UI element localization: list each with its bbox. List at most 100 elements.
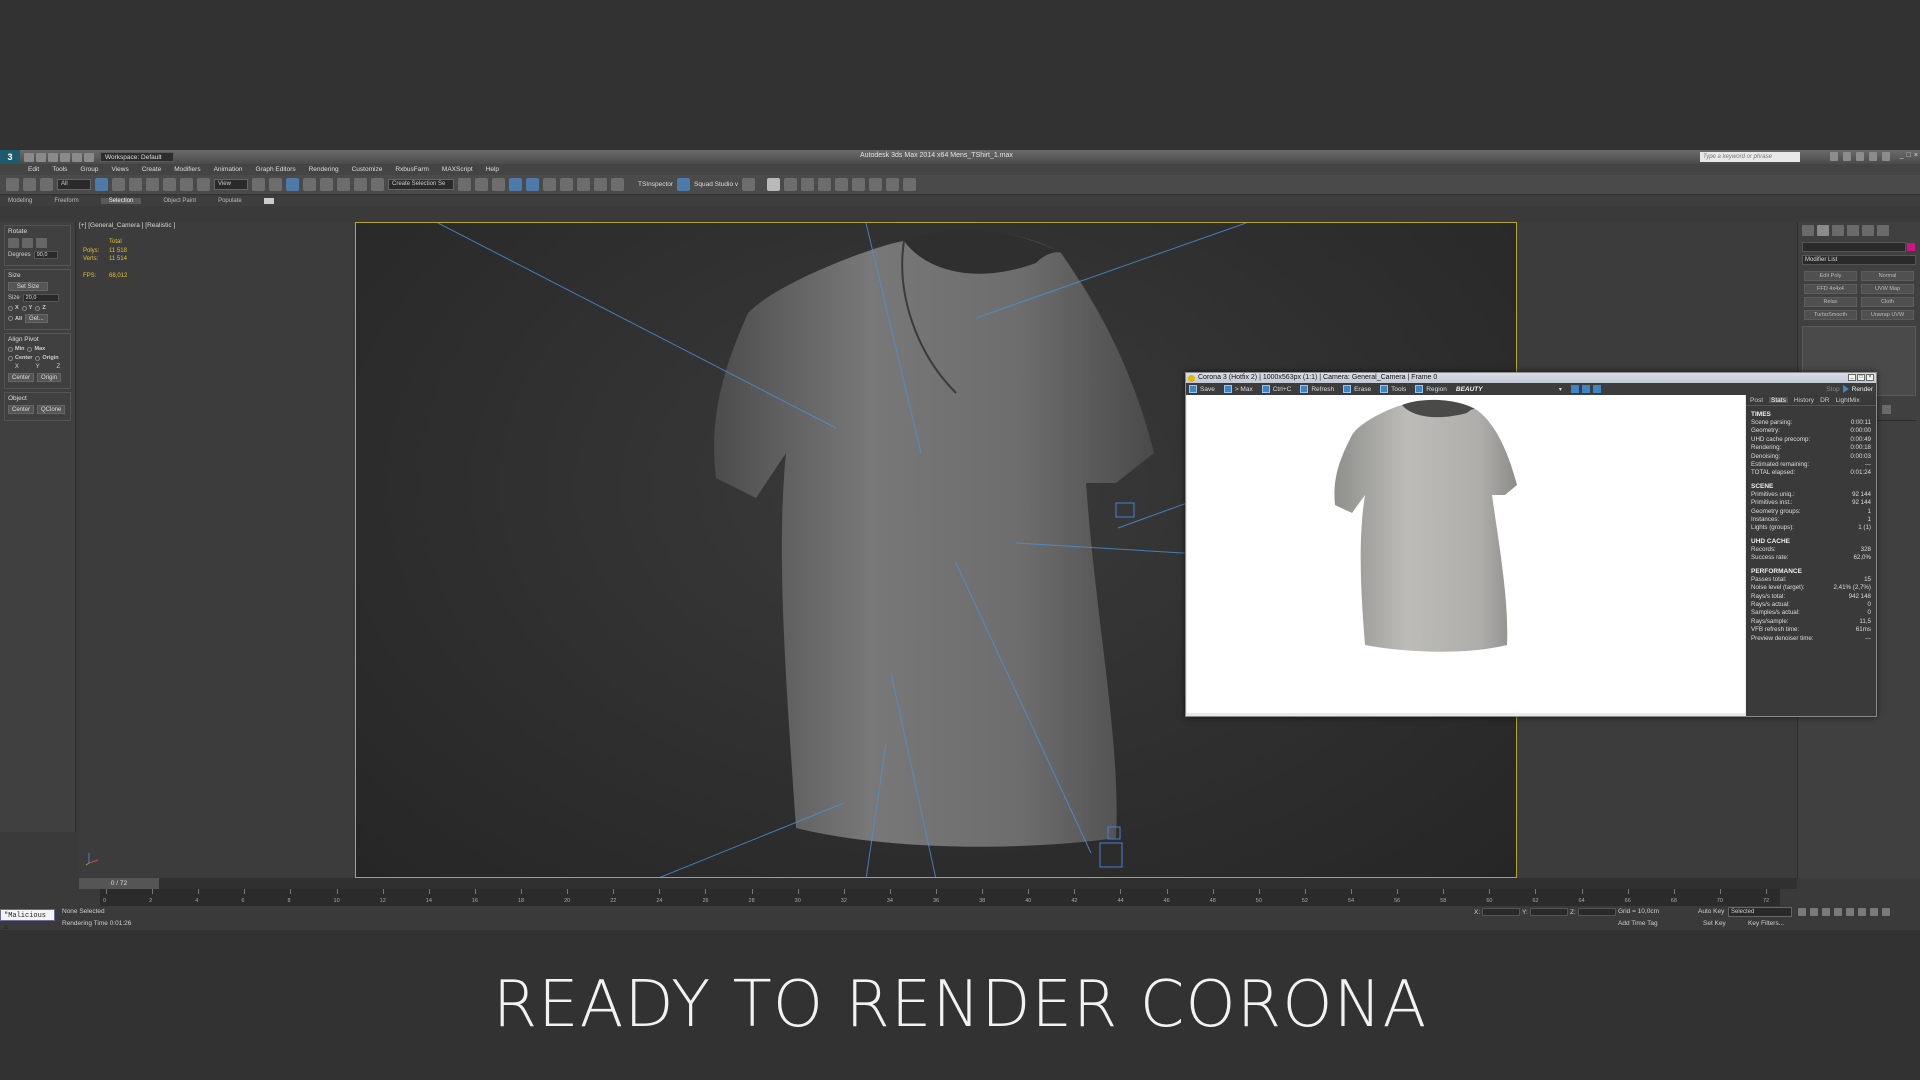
keyboard-shortcut-override-icon[interactable] bbox=[286, 178, 299, 191]
close-icon[interactable]: × bbox=[1914, 152, 1918, 159]
tab-object-paint[interactable]: Object Paint bbox=[163, 198, 196, 204]
vfb-tab-post[interactable]: Post bbox=[1750, 397, 1763, 404]
asset-icon[interactable] bbox=[869, 178, 883, 191]
cart-icon[interactable] bbox=[903, 178, 917, 191]
app-logo-button[interactable]: 3 bbox=[0, 150, 20, 164]
bucket-icon[interactable] bbox=[886, 178, 900, 191]
corona-converter-icon[interactable] bbox=[801, 178, 815, 191]
set-key-button[interactable]: Set Key bbox=[1703, 920, 1726, 927]
new-file-icon[interactable] bbox=[24, 152, 34, 162]
corona-material-icon[interactable] bbox=[818, 178, 832, 191]
vfb-minimize-icon[interactable]: _ bbox=[1848, 374, 1856, 381]
select-manipulate-icon[interactable] bbox=[269, 178, 282, 191]
vfb-refresh-button[interactable]: Refresh bbox=[1311, 386, 1334, 393]
named-selection-set-dropdown[interactable]: Create Selection Se bbox=[388, 179, 454, 190]
tab-selection[interactable]: Selection bbox=[100, 198, 142, 204]
pivot-min-radio[interactable]: Min bbox=[8, 346, 24, 352]
viewport-label[interactable]: [+] [General_Camera ] [Realistic ] bbox=[79, 222, 175, 229]
project-folder-icon[interactable] bbox=[84, 152, 94, 162]
workspace-dropdown[interactable]: Workspace: Default bbox=[100, 152, 174, 162]
key-mode-dropdown[interactable]: Selected bbox=[1728, 907, 1792, 917]
menu-maxscript[interactable]: MAXScript bbox=[442, 166, 473, 173]
tab-freeform[interactable]: Freeform bbox=[54, 198, 78, 204]
maxscript-listener-input[interactable]: "Malicious s bbox=[0, 909, 55, 930]
select-by-name-icon[interactable] bbox=[112, 178, 125, 191]
y-input[interactable] bbox=[1529, 908, 1568, 916]
angle-snap-icon[interactable] bbox=[320, 178, 333, 191]
tsinspector-button[interactable]: TSInspector bbox=[638, 181, 673, 188]
teapot-icon[interactable] bbox=[742, 178, 756, 191]
pivot-x-toggle[interactable]: X bbox=[15, 364, 19, 370]
time-slider[interactable]: 0 / 72 bbox=[79, 878, 1797, 889]
reference-coordinate-dropdown[interactable]: View bbox=[214, 179, 248, 190]
qclone-button[interactable]: QClone bbox=[37, 405, 66, 414]
goto-end-icon[interactable] bbox=[1846, 908, 1854, 916]
corona-vfb-window[interactable]: Corona 3 (Hotfix 2) | 1000x563px (1:1) |… bbox=[1185, 372, 1877, 717]
goto-start-icon[interactable] bbox=[1798, 908, 1806, 916]
render-production-icon[interactable] bbox=[611, 178, 624, 191]
uvw-map-button[interactable]: UVW Map bbox=[1861, 284, 1914, 294]
size-x-radio[interactable]: X bbox=[8, 305, 19, 311]
track-bar[interactable]: 0 2 4 6 8 10 12 14 16 18 20 22 24 26 28 30 32 34 36 38 40 42 4… bbox=[100, 889, 1780, 906]
menu-help[interactable]: Help bbox=[486, 166, 499, 173]
menu-views[interactable]: Views bbox=[111, 166, 128, 173]
subscription-icon[interactable] bbox=[1843, 152, 1851, 161]
link-icon[interactable] bbox=[6, 178, 19, 191]
utilities-tab-icon[interactable] bbox=[1877, 225, 1889, 236]
rotate-cw-icon[interactable] bbox=[36, 238, 47, 248]
copy-icon[interactable] bbox=[1261, 385, 1270, 393]
zoom-in-icon[interactable] bbox=[1570, 385, 1579, 393]
menu-edit[interactable]: Edit bbox=[28, 166, 39, 173]
z-input[interactable] bbox=[1577, 908, 1616, 916]
plugin-icon[interactable] bbox=[677, 178, 691, 191]
tools-icon[interactable] bbox=[1380, 385, 1389, 393]
zoom-out-icon[interactable] bbox=[1581, 385, 1590, 393]
pivot-y-toggle[interactable]: Y bbox=[36, 364, 40, 370]
vfb-maximize-icon[interactable]: □ bbox=[1857, 374, 1865, 381]
curve-editor-icon[interactable] bbox=[526, 178, 539, 191]
light-lister-icon[interactable] bbox=[784, 178, 798, 191]
pivot-center-button[interactable]: Center bbox=[8, 373, 35, 382]
rendered-image[interactable] bbox=[1187, 395, 1745, 713]
modifier-list-dropdown[interactable]: Modifier List bbox=[1802, 255, 1916, 265]
pivot-origin-button[interactable]: Origin bbox=[37, 373, 62, 382]
object-center-button[interactable]: Center bbox=[8, 405, 35, 414]
pivot-z-toggle[interactable]: Z bbox=[56, 364, 60, 370]
turbosmooth-button[interactable]: TurboSmooth bbox=[1804, 310, 1857, 320]
zoom-fit-icon[interactable] bbox=[1592, 385, 1601, 393]
snaps-toggle-icon[interactable] bbox=[303, 178, 316, 191]
key-filters-button[interactable]: Key Filters... bbox=[1748, 920, 1784, 927]
chevron-down-icon[interactable]: ▾ bbox=[1559, 386, 1562, 393]
unwrap-uvw-button[interactable]: Unwrap UVW bbox=[1861, 310, 1914, 320]
pivot-max-radio[interactable]: Max bbox=[27, 346, 45, 352]
rotate-icon[interactable] bbox=[180, 178, 193, 191]
menu-rxbusfarm[interactable]: RxbusFarm bbox=[395, 166, 429, 173]
object-name-input[interactable] bbox=[1802, 242, 1915, 252]
add-time-tag-button[interactable]: Add Time Tag bbox=[1618, 920, 1658, 927]
help-search-input[interactable]: Type a keyword or phrase bbox=[1700, 152, 1800, 162]
vfb-region-button[interactable]: Region bbox=[1426, 386, 1447, 393]
pivot-center-radio[interactable]: Center bbox=[8, 355, 32, 361]
favorites-icon[interactable] bbox=[1869, 152, 1877, 161]
edit-named-selection-icon[interactable] bbox=[371, 178, 384, 191]
undo-icon[interactable] bbox=[60, 152, 70, 162]
auto-key-button[interactable]: Auto Key bbox=[1698, 908, 1724, 915]
zoom-icon[interactable] bbox=[1858, 908, 1866, 916]
corona-lights-icon[interactable] bbox=[835, 178, 849, 191]
maximize-icon[interactable]: □ bbox=[1907, 152, 1911, 159]
graphite-toolbar-icon[interactable] bbox=[509, 178, 522, 191]
folder-icon[interactable] bbox=[852, 178, 866, 191]
vfb-tools-button[interactable]: Tools bbox=[1391, 386, 1406, 393]
vfb-to-max-button[interactable]: > Max bbox=[1235, 386, 1253, 393]
minimize-icon[interactable]: _ bbox=[1900, 152, 1904, 159]
vfb-tab-dr[interactable]: DR bbox=[1820, 397, 1829, 404]
menu-graph-editors[interactable]: Graph Editors bbox=[256, 166, 296, 173]
degrees-input[interactable]: 90,0 bbox=[33, 251, 58, 259]
size-all-radio[interactable]: All bbox=[8, 316, 22, 322]
selection-filter-dropdown[interactable]: All bbox=[57, 179, 91, 190]
communication-icon[interactable] bbox=[1856, 152, 1864, 161]
hierarchy-tab-icon[interactable] bbox=[1832, 225, 1844, 236]
vfb-save-button[interactable]: Save bbox=[1200, 386, 1215, 393]
rotate-ccw-icon[interactable] bbox=[22, 238, 33, 248]
pan-icon[interactable] bbox=[1882, 908, 1890, 916]
